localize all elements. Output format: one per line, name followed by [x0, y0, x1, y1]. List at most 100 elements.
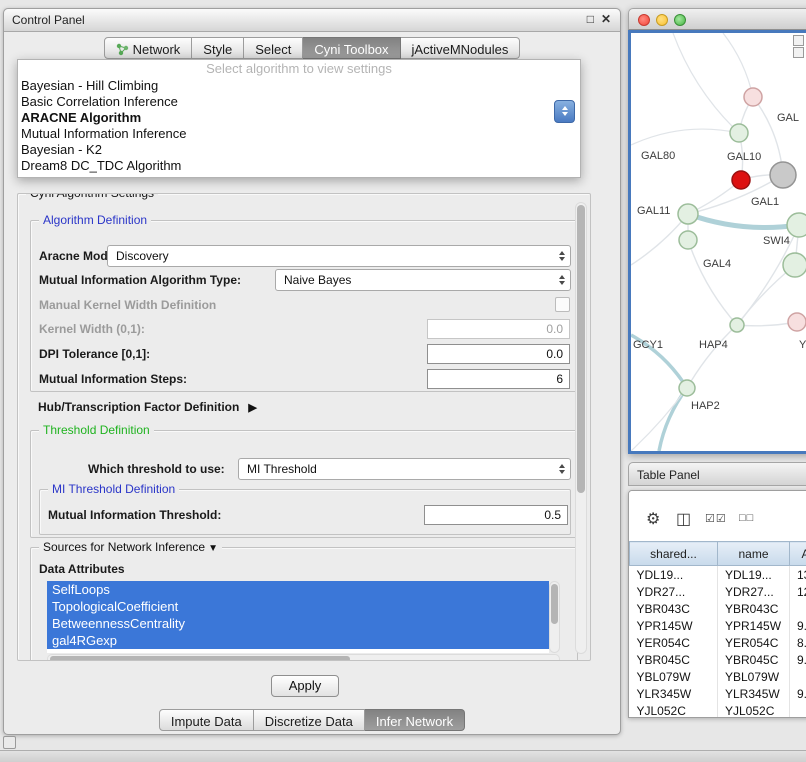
column-header-extra[interactable]: A — [790, 542, 806, 566]
data-attribute-item[interactable]: gal4RGexp — [47, 632, 549, 649]
zoom-button[interactable] — [674, 14, 686, 26]
table-row[interactable]: YDR27...YDR27...12 — [630, 583, 806, 600]
expand-icon[interactable]: ▶ — [248, 401, 256, 414]
table-cell: YPR145W — [718, 617, 790, 634]
network-edge[interactable] — [723, 33, 753, 97]
tab-select[interactable]: Select — [244, 37, 303, 59]
network-edge[interactable] — [631, 129, 739, 145]
table-row[interactable]: YJL052CYJL052C — [630, 702, 806, 718]
cyni-algorithm-settings-group: Cyni Algorithm Settings Algorithm Defini… — [17, 193, 591, 661]
table-cell: 9. — [790, 617, 806, 634]
tab-jactivemnodules[interactable]: jActiveMNodules — [401, 37, 521, 59]
dpi-tolerance-field[interactable]: 0.0 — [427, 344, 570, 364]
network-node[interactable] — [678, 204, 698, 224]
kernel-width-label: Kernel Width (0,1): — [39, 322, 145, 336]
network-node[interactable] — [679, 380, 695, 396]
overview-toggle-icon[interactable] — [793, 35, 804, 46]
network-node[interactable] — [744, 88, 762, 106]
data-attribute-item[interactable]: TopologicalCoefficient — [47, 598, 549, 615]
node-label: GAL11 — [637, 205, 670, 217]
tab-infer-network[interactable]: Infer Network — [365, 709, 465, 731]
table-cell: YDR27... — [630, 583, 718, 600]
mi-threshold-field[interactable]: 0.5 — [424, 505, 568, 525]
table-panel-titlebar[interactable]: Table Panel — [628, 462, 806, 486]
tab-discretize-data[interactable]: Discretize Data — [254, 709, 365, 731]
network-node[interactable] — [787, 213, 806, 237]
scrollbar-thumb[interactable] — [551, 584, 558, 624]
column-header-name[interactable]: name — [718, 542, 790, 566]
table-cell: YDL19... — [718, 566, 790, 584]
network-node[interactable] — [679, 231, 697, 249]
gear-icon[interactable]: ⚙ — [646, 509, 660, 529]
table-row[interactable]: YBR045CYBR045C9. — [630, 651, 806, 668]
network-edge[interactable] — [673, 33, 739, 133]
network-edge[interactable] — [659, 388, 687, 451]
network-window-titlebar[interactable] — [628, 8, 806, 30]
network-edge[interactable] — [687, 325, 737, 388]
which-threshold-select[interactable]: MI Threshold — [238, 458, 571, 480]
data-attribute-item[interactable]: SelfLoops — [47, 581, 549, 598]
algorithm-option[interactable]: Bayesian - K2 — [18, 142, 580, 158]
kernel-width-field[interactable]: 0.0 — [427, 319, 570, 339]
close-window-icon[interactable]: ✕ — [601, 12, 611, 26]
mi-steps-field[interactable]: 6 — [427, 369, 570, 389]
network-canvas[interactable]: GALGAL80GAL10GAL11GAL1SWI4GAL4GCY1HAP4YH… — [628, 30, 806, 454]
control-panel-tabs: Network Style Select Cyni Toolbox jActiv… — [4, 37, 620, 59]
table-row[interactable]: YDL19...YDL19...13 — [630, 566, 806, 584]
algorithm-option[interactable]: Dream8 DC_TDC Algorithm — [18, 158, 580, 174]
network-node[interactable] — [730, 318, 744, 332]
control-panel-titlebar[interactable]: Control Panel □ ✕ — [4, 9, 620, 32]
node-label: GCY1 — [633, 339, 663, 351]
apply-button[interactable]: Apply — [271, 675, 339, 697]
collapse-icon[interactable]: ▼ — [208, 543, 218, 554]
spinner-icon — [559, 275, 565, 285]
scrollbar-thumb[interactable] — [50, 656, 350, 661]
network-node[interactable] — [730, 124, 748, 142]
network-node[interactable] — [770, 162, 796, 188]
network-edge[interactable] — [688, 214, 799, 228]
network-node[interactable] — [788, 313, 806, 331]
mi-algorithm-type-select[interactable]: Naive Bayes — [275, 269, 571, 291]
network-node[interactable] — [732, 171, 750, 189]
attributes-vertical-scrollbar[interactable] — [549, 581, 560, 653]
algorithm-combobox-button[interactable] — [554, 100, 575, 123]
tab-cyni-toolbox[interactable]: Cyni Toolbox — [303, 37, 400, 59]
tab-style[interactable]: Style — [192, 37, 244, 59]
hub-definition-section[interactable]: Hub/Transcription Factor Definition ▶ — [38, 400, 257, 414]
node-label: SWI4 — [763, 235, 790, 247]
table-row[interactable]: YBL079WYBL079W — [630, 668, 806, 685]
scrollbar-thumb[interactable] — [577, 205, 585, 493]
table-row[interactable]: YBR043CYBR043C — [630, 600, 806, 617]
minimize-button[interactable] — [656, 14, 668, 26]
data-attribute-item[interactable]: BetweennessCentrality — [47, 615, 549, 632]
network-graph[interactable]: GALGAL80GAL10GAL11GAL1SWI4GAL4GCY1HAP4YH… — [631, 33, 806, 451]
column-header-shared-name[interactable]: shared... — [630, 542, 718, 566]
table-cell — [790, 668, 806, 685]
aracne-mode-select[interactable]: Discovery — [107, 245, 571, 267]
settings-vertical-scrollbar[interactable] — [575, 202, 587, 654]
deselect-all-icon[interactable]: □□ — [739, 512, 754, 524]
algorithm-option[interactable]: Basic Correlation Inference — [18, 94, 580, 110]
algorithm-option[interactable]: ARACNE Algorithm — [18, 110, 580, 126]
network-edge[interactable] — [688, 240, 737, 325]
algorithm-option[interactable]: Mutual Information Inference — [18, 126, 580, 142]
zoom-control-icon[interactable] — [793, 47, 804, 58]
tab-impute-data[interactable]: Impute Data — [159, 709, 254, 731]
manual-kernel-checkbox[interactable] — [555, 297, 570, 312]
window-title: Control Panel — [12, 13, 85, 27]
minimized-panel-icon[interactable] — [3, 736, 16, 749]
table-row[interactable]: YER054CYER054C8. — [630, 634, 806, 651]
float-window-icon[interactable]: □ — [587, 12, 594, 26]
close-button[interactable] — [638, 14, 650, 26]
columns-icon[interactable]: ◫ — [676, 509, 691, 529]
node-label: GAL4 — [703, 258, 731, 270]
network-node[interactable] — [783, 253, 806, 277]
select-all-icon[interactable]: ☑☑ — [705, 512, 727, 525]
table-row[interactable]: YPR145WYPR145W9. — [630, 617, 806, 634]
algorithm-option[interactable]: Bayesian - Hill Climbing — [18, 78, 580, 94]
table-cell: YLR345W — [718, 685, 790, 702]
group-title: MI Threshold Definition — [48, 482, 179, 496]
tab-network[interactable]: Network — [104, 37, 193, 59]
attributes-horizontal-scrollbar[interactable] — [47, 654, 560, 661]
table-row[interactable]: YLR345WYLR345W9. — [630, 685, 806, 702]
